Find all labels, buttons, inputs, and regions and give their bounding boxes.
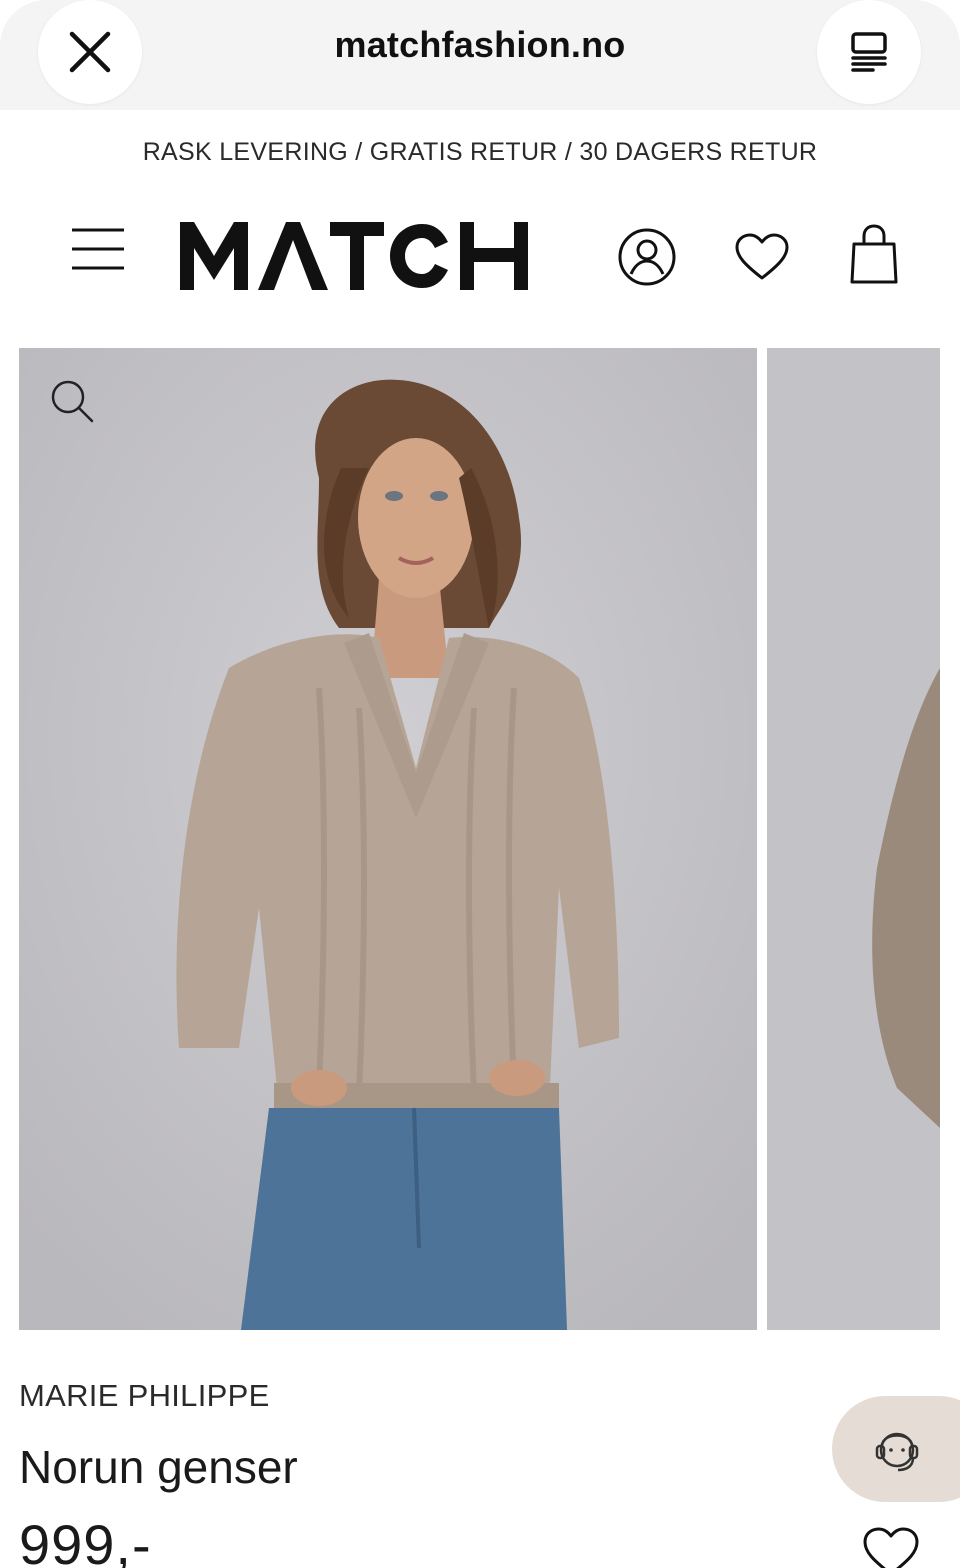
menu-icon[interactable]	[70, 226, 126, 272]
wishlist-heart-icon[interactable]	[862, 1526, 920, 1568]
search-icon[interactable]	[49, 378, 95, 424]
model-sweater-image	[19, 348, 757, 1330]
customer-service-button[interactable]	[832, 1396, 960, 1502]
promo-bar: RASK LEVERING / GRATIS RETUR / 30 DAGERS…	[142, 138, 818, 166]
close-icon	[69, 31, 111, 73]
product-name: Norun genser	[19, 1441, 298, 1493]
product-image-main[interactable]	[19, 348, 757, 1330]
site-logo[interactable]	[178, 220, 532, 292]
browser-sheet: matchfashion.no RASK LEVERING / GRATIS R…	[0, 0, 960, 1568]
customer-service-icon	[875, 1432, 919, 1472]
sweater-side-view-image	[767, 348, 940, 1330]
product-price: 999,-	[19, 1513, 152, 1568]
tab-overview-icon	[851, 32, 887, 72]
account-icon[interactable]	[618, 228, 676, 286]
tabs-button[interactable]	[817, 0, 921, 104]
close-button[interactable]	[38, 0, 142, 104]
product-image-next[interactable]	[767, 348, 940, 1330]
bag-icon[interactable]	[848, 222, 900, 286]
heart-icon[interactable]	[734, 232, 790, 282]
url-label[interactable]: matchfashion.no	[180, 24, 780, 66]
product-brand[interactable]: MARIE PHILIPPE	[19, 1378, 270, 1414]
